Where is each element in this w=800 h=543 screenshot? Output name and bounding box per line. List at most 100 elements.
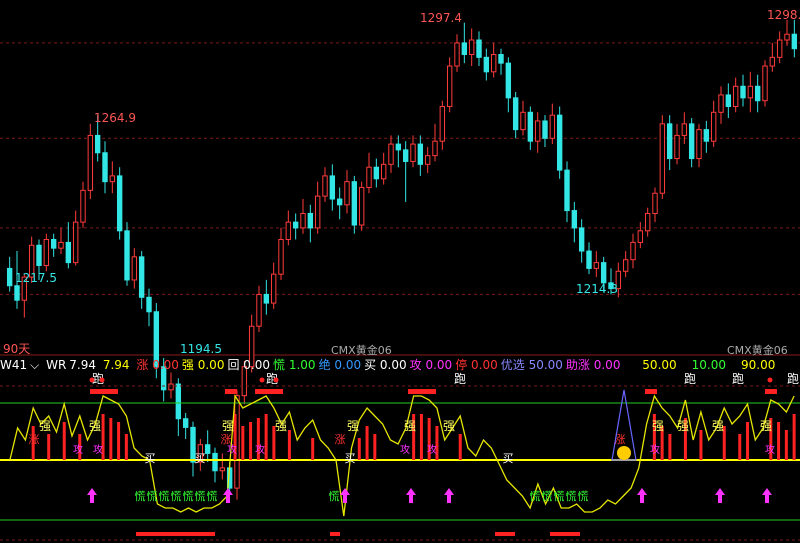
candle-body <box>439 106 446 142</box>
bottom-signal-block <box>495 532 515 536</box>
indicator-extra-2: 90.00 <box>741 358 776 372</box>
candle-body <box>417 143 424 165</box>
candle-body <box>204 444 211 454</box>
candle-body <box>776 39 783 58</box>
candle-body <box>754 85 761 102</box>
strength-bar <box>458 434 462 460</box>
sell-block <box>90 389 118 394</box>
candle-body <box>116 175 123 232</box>
candle-body <box>718 94 724 113</box>
candle-body <box>388 143 394 165</box>
chevron-down-icon[interactable]: ⌵ <box>30 358 39 372</box>
sell-block <box>408 389 436 394</box>
candle-body <box>146 296 152 313</box>
candle-body <box>652 192 658 214</box>
pao-signal: 跑 <box>454 372 466 386</box>
candle-body <box>292 221 299 229</box>
huang-signal: 慌 <box>135 490 146 503</box>
candle-body <box>725 94 732 108</box>
candle-body <box>102 152 108 183</box>
indicator-item-7: 停 0.00 <box>455 358 498 372</box>
candle-body <box>747 85 754 99</box>
strength-bar <box>47 434 51 460</box>
indicator-gridlines <box>0 385 800 541</box>
candle-body <box>688 123 695 160</box>
strength-bar <box>357 438 361 460</box>
gong-signal: 攻 <box>73 443 83 456</box>
candle-body <box>72 221 79 264</box>
candle-body <box>696 129 702 160</box>
candle-body <box>468 39 475 55</box>
candle-body <box>329 175 336 200</box>
candle-body <box>534 120 541 142</box>
up-arrow-icon <box>762 488 772 503</box>
price-high-label-left: 1264.9 <box>94 111 136 125</box>
sell-block <box>765 389 777 394</box>
indicator-name[interactable]: W41 <box>0 358 27 372</box>
candle-body <box>637 230 644 243</box>
candle-body <box>366 166 372 188</box>
candle-body <box>674 134 680 160</box>
candle-body <box>182 418 189 428</box>
v1-value: 7.94 <box>102 358 130 372</box>
indicator-item-8: 优选 50.00 <box>500 358 563 372</box>
strength-bar <box>62 422 66 460</box>
candle-body <box>586 250 592 269</box>
huang-signal: 慌 <box>183 490 194 503</box>
qiang-signal: 强 <box>404 419 416 433</box>
zhang-signal: 涨 <box>335 433 346 446</box>
indicator-items: 涨 0.00 强 0.00 回 0.00 慌 1.00 绝 0.00 买 0.00 攻 0.… <box>136 358 623 372</box>
candle-body <box>681 123 688 136</box>
candle-body <box>740 85 746 99</box>
candle-body <box>300 212 306 229</box>
gong-signal: 攻 <box>255 443 265 456</box>
candle-body <box>498 53 504 64</box>
indicator-item-3: 慌 1.00 <box>273 358 316 372</box>
candle-body <box>476 39 482 58</box>
candle-body <box>65 241 72 264</box>
candle-body <box>461 42 468 55</box>
strength-bar <box>668 434 672 460</box>
strength-bar <box>287 430 291 460</box>
indicator-item-2: 回 0.00 <box>227 358 271 372</box>
indicator-item-4: 绝 0.00 <box>318 358 362 372</box>
candle-body <box>578 227 585 252</box>
candle-body <box>622 259 629 272</box>
indicator-extra-1: 10.00 <box>691 358 727 372</box>
huang-signal: 慌 <box>329 490 340 503</box>
candle-body <box>542 120 548 139</box>
bottom-signal-block <box>330 532 340 536</box>
qiang-signal: 强 <box>652 419 664 433</box>
strength-bar <box>249 422 253 460</box>
indicator-item-1: 强 0.00 <box>181 358 225 372</box>
strength-bar <box>738 434 742 460</box>
strength-bar <box>777 422 781 460</box>
candle-body <box>307 212 314 229</box>
candle-body <box>175 383 182 420</box>
strength-bar <box>784 430 788 460</box>
candle-body <box>168 383 174 391</box>
period-label: 90天 <box>3 342 31 356</box>
price-low-label-1: 1217.5 <box>15 271 57 285</box>
indicator-item-5: 买 0.00 <box>364 358 407 372</box>
candle-body <box>351 181 358 226</box>
candle-body <box>344 181 350 206</box>
candle-body <box>6 267 13 287</box>
candle-body <box>644 212 651 232</box>
gong-signal: 攻 <box>650 443 660 456</box>
candle-body <box>124 230 130 281</box>
pao-signal: 跑 <box>787 372 799 386</box>
indicator-item-0: 涨 0.00 <box>136 358 179 372</box>
candle-body <box>58 241 64 249</box>
up-arrow-icon <box>87 488 97 503</box>
candle-body <box>50 238 57 249</box>
candle-body <box>212 452 218 472</box>
gong-signal: 攻 <box>400 443 410 456</box>
candle-body <box>402 149 409 162</box>
zhang-signal: 涨 <box>29 433 40 446</box>
gong-signal: 攻 <box>227 443 237 456</box>
strength-bar <box>746 422 750 460</box>
candle-body <box>270 273 277 304</box>
strength-bar <box>264 414 268 460</box>
candle-body <box>593 262 600 269</box>
